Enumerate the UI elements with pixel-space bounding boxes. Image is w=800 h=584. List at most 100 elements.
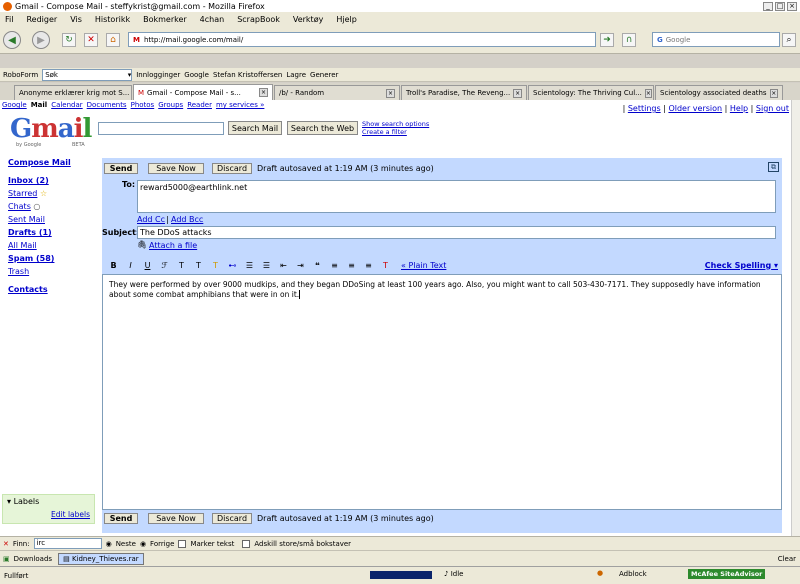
discard-button[interactable]: Discard — [212, 163, 252, 174]
menu-file[interactable]: Fil — [5, 15, 13, 24]
sidebar-item-contacts[interactable]: Contacts — [8, 285, 48, 294]
sidebar-item-chats[interactable]: Chats — [8, 202, 31, 211]
numbered-list-icon[interactable]: ☰ — [242, 259, 257, 272]
settings-link[interactable]: Settings — [628, 104, 661, 113]
align-right-icon[interactable]: ≡ — [361, 259, 376, 272]
highlight-checkbox[interactable] — [178, 539, 187, 548]
align-center-icon[interactable]: ≡ — [344, 259, 359, 272]
roboform-search-select[interactable]: Søk ▾ — [42, 68, 133, 81]
match-case-checkbox[interactable] — [242, 539, 251, 548]
compose-mail-link[interactable]: Compose Mail — [8, 158, 71, 167]
quote-icon[interactable]: ❝ — [310, 259, 325, 272]
menu-history[interactable]: Historikk — [95, 15, 130, 24]
highlight-icon[interactable]: T — [208, 259, 223, 272]
sidebar-item-sent[interactable]: Sent Mail — [8, 215, 45, 224]
menu-scrapbook[interactable]: ScrapBook — [237, 15, 280, 24]
menu-edit[interactable]: Rediger — [26, 15, 57, 24]
gbar-reader[interactable]: Reader — [187, 101, 212, 109]
align-left-icon[interactable]: ≡ — [327, 259, 342, 272]
discard-button-bottom[interactable]: Discard — [212, 513, 252, 524]
menu-tools[interactable]: Verktøy — [293, 15, 323, 24]
sidebar-item-drafts[interactable]: Drafts (1) — [8, 228, 52, 237]
search-go-icon[interactable]: ⌕ — [782, 33, 796, 47]
sidebar-item-inbox[interactable]: Inbox (2) — [8, 176, 49, 185]
add-cc-link[interactable]: Add Cc — [137, 215, 165, 224]
sidebar-item-starred[interactable]: Starred — [8, 189, 37, 198]
close-find-icon[interactable]: ✕ — [3, 540, 9, 548]
remove-formatting-icon[interactable]: T — [378, 259, 393, 272]
show-search-options-link[interactable]: Show search options — [362, 120, 429, 128]
popout-icon[interactable]: ⧉ — [768, 162, 779, 172]
menu-4chan[interactable]: 4chan — [200, 15, 225, 24]
check-spelling-link[interactable]: Check Spelling ▾ — [705, 261, 778, 270]
edit-labels-link[interactable]: Edit labels — [51, 510, 90, 519]
indent-icon[interactable]: ⇥ — [293, 259, 308, 272]
save-now-button-bottom[interactable]: Save Now — [148, 513, 204, 524]
generate-button[interactable]: Generer — [310, 71, 338, 79]
logins-button[interactable]: Innlogginger — [136, 71, 180, 79]
download-item[interactable]: ▤ Kidney_Thieves.rar — [58, 552, 144, 565]
tab-scientology-deaths[interactable]: Scientology associated deaths × — [655, 85, 783, 100]
stefan-bookmark[interactable]: Stefan Kristoffersen — [213, 71, 282, 79]
tab-scientology-cult[interactable]: Scientology: The Thriving Cul... × — [528, 85, 654, 100]
find-prev-button[interactable]: Forrige — [150, 540, 174, 548]
addon-icon[interactable]: ∩ — [622, 33, 636, 47]
help-link[interactable]: Help — [730, 104, 748, 113]
labels-header[interactable]: ▾ Labels — [3, 495, 94, 508]
forward-button[interactable]: ▶ — [32, 31, 50, 49]
send-button[interactable]: Send — [104, 163, 138, 174]
mail-search-input[interactable] — [98, 122, 224, 135]
find-next-button[interactable]: Neste — [116, 540, 136, 548]
menu-bookmarks[interactable]: Bokmerker — [143, 15, 187, 24]
home-button[interactable]: ⌂ — [106, 33, 120, 47]
search-mail-button[interactable]: Search Mail — [228, 121, 282, 135]
downloads-button[interactable]: Downloads — [14, 555, 52, 563]
underline-icon[interactable]: U — [140, 259, 155, 272]
mcafee-siteadvisor-badge[interactable]: McAfee SiteAdvisor — [688, 569, 766, 579]
create-filter-link[interactable]: Create a filter — [362, 128, 407, 136]
menu-view[interactable]: Vis — [70, 15, 82, 24]
close-icon[interactable]: × — [769, 88, 778, 98]
gbar-documents[interactable]: Documents — [87, 101, 127, 109]
save-button[interactable]: Lagre — [286, 71, 306, 79]
bulleted-list-icon[interactable]: ☰ — [259, 259, 274, 272]
adblock-label[interactable]: Adblock — [619, 570, 647, 578]
save-now-button[interactable]: Save Now — [148, 163, 204, 174]
google-bookmark[interactable]: Google — [184, 71, 209, 79]
close-icon[interactable]: × — [644, 88, 652, 98]
sidebar-item-spam[interactable]: Spam (58) — [8, 254, 54, 263]
font-icon[interactable]: ℱ — [157, 259, 172, 272]
reload-button[interactable]: ↻ — [62, 33, 76, 47]
roboform-button[interactable]: RoboForm — [3, 71, 38, 79]
to-field[interactable]: reward5000@earthlink.net — [137, 180, 776, 213]
gmail-logo[interactable]: Gmail by Google BETA — [10, 114, 92, 152]
font-size-icon[interactable]: T — [174, 259, 189, 272]
tab-trolls-paradise[interactable]: Troll's Paradise, The Reveng... × — [401, 85, 527, 100]
message-body[interactable]: They were performed by over 9000 mudkips… — [102, 274, 782, 510]
gbar-photos[interactable]: Photos — [131, 101, 155, 109]
bold-icon[interactable]: B — [106, 259, 121, 272]
older-version-link[interactable]: Older version — [668, 104, 722, 113]
gbar-my-services[interactable]: my services » — [216, 101, 264, 109]
page-scrollbar[interactable] — [791, 100, 800, 536]
close-icon[interactable]: × — [259, 88, 268, 97]
attach-file-link[interactable]: Attach a file — [149, 241, 197, 250]
go-button[interactable]: ➜ — [600, 33, 614, 47]
close-window-button[interactable]: × — [787, 1, 797, 11]
gbar-google[interactable]: Google — [2, 101, 27, 109]
close-icon[interactable]: × — [386, 88, 395, 98]
minimize-button[interactable]: _ — [763, 1, 773, 11]
search-web-button[interactable]: Search the Web — [287, 121, 358, 135]
tab-anonymous[interactable]: Anonyme erklærer krig mot S...× — [14, 85, 132, 100]
send-button-bottom[interactable]: Send — [104, 513, 138, 524]
find-input[interactable]: irc — [33, 538, 102, 549]
url-bar[interactable]: M http://mail.google.com/mail/ — [128, 32, 596, 47]
menu-help[interactable]: Hjelp — [336, 15, 356, 24]
plain-text-link[interactable]: « Plain Text — [401, 261, 446, 270]
stop-button[interactable]: ✕ — [84, 33, 98, 47]
maximize-button[interactable]: □ — [775, 1, 785, 11]
outdent-icon[interactable]: ⇤ — [276, 259, 291, 272]
subject-field[interactable]: The DDoS attacks — [137, 226, 776, 239]
sidebar-item-all-mail[interactable]: All Mail — [8, 241, 37, 250]
text-color-icon[interactable]: T — [191, 259, 206, 272]
